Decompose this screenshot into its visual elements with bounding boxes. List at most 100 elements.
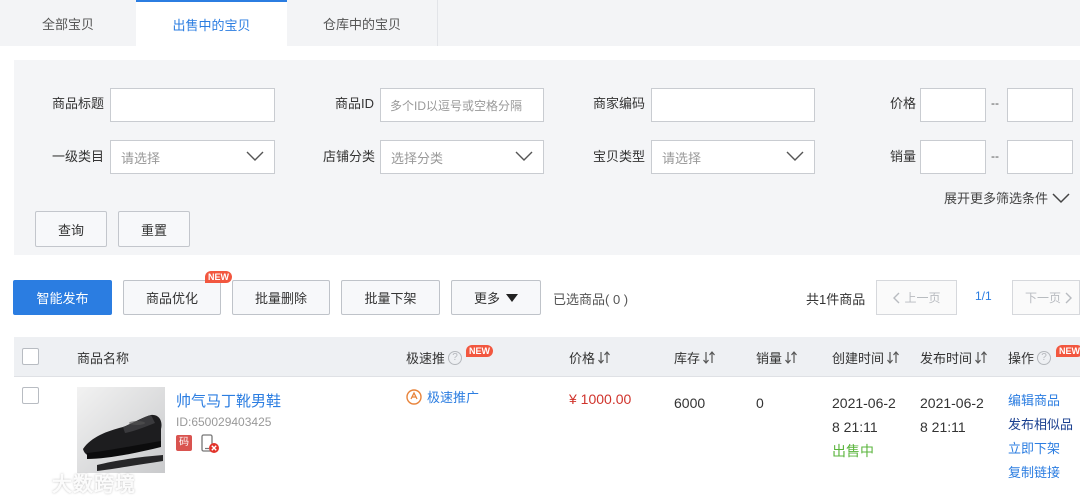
price-label: 价格 [890,96,917,111]
sales-min-input[interactable] [920,140,986,174]
chevron-left-icon [893,292,900,303]
code-tag[interactable]: 码 [176,435,192,451]
item-type-select[interactable]: 请选择 [651,140,815,174]
caret-down-icon [506,293,518,302]
tab-bar: 全部宝贝 出售中的宝贝 仓库中的宝贝 [0,0,1080,46]
title-label: 商品标题 [52,96,105,111]
price-max-input[interactable] [1007,88,1073,122]
header-created[interactable]: 创建时间 [832,348,899,367]
sort-icon [598,351,610,364]
header-published[interactable]: 发布时间 [920,348,987,367]
table-row: 帅气马丁靴男鞋 ID:650029403425 码 极速推广 ¥ 1000.00… [14,377,1080,497]
row-checkbox[interactable] [22,387,39,404]
shop-category-select[interactable]: 选择分类 [380,140,544,174]
query-button[interactable]: 查询 [35,211,107,247]
more-label: 更多 [473,291,500,306]
copy-link-link[interactable]: 复制链接 [1008,461,1073,485]
price-range-separator: -- [991,96,999,110]
id-placeholder: 多个ID以逗号或空格分隔 [390,98,523,113]
sort-icon [785,351,797,364]
quick-promo-link[interactable]: 极速推广 [406,387,479,406]
sales-max-input[interactable] [1007,140,1073,174]
created-time: 2021-06-2 8 21:11 出售中 [832,391,896,463]
filter-panel: 商品标题 商品ID 多个ID以逗号或空格分隔 商家编码 价格 -- 一级类目 请… [14,60,1080,255]
header-name: 商品名称 [77,348,129,367]
reset-button[interactable]: 重置 [118,211,190,247]
smart-publish-button[interactable]: 智能发布 [13,280,112,315]
sort-icon [887,351,899,364]
help-icon[interactable]: ? [448,350,463,365]
quick-promo-label: 极速推广 [427,390,480,405]
product-sales: 0 [756,395,764,411]
optimize-label: 商品优化 [145,291,198,306]
sales-range-separator: -- [991,149,999,163]
help-icon[interactable]: ? [1037,350,1052,365]
page-indicator: 1/1 [975,289,992,303]
watermark: 大数跨境 [6,468,136,497]
merchant-code-label: 商家编码 [593,96,646,111]
product-price: ¥ 1000.00 [569,391,632,407]
title-input[interactable] [110,88,275,122]
created-time-line1: 2021-06-2 [832,395,896,411]
published-time-line1: 2021-06-2 [920,395,984,411]
header-name-label: 商品名称 [77,351,130,366]
published-time-line2: 8 21:11 [920,419,966,435]
more-dropdown-button[interactable]: 更多 [451,280,541,315]
product-stock: 6000 [674,395,706,411]
optimize-button[interactable]: 商品优化 [123,280,221,315]
created-time-line2: 8 21:11 [832,419,878,435]
category-select[interactable]: 请选择 [110,140,275,174]
header-ops-new-badge: NEW [1056,345,1080,357]
header-promo-label: 极速推 [406,351,446,366]
sales-label: 销量 [890,149,917,164]
product-name-link[interactable]: 帅气马丁靴男鞋 [176,390,281,411]
product-thumbnail[interactable] [77,387,165,473]
next-page-button[interactable]: 下一页 [1012,280,1080,315]
shoe-image [77,387,165,473]
chevron-down-icon [515,151,533,161]
header-published-label: 发布时间 [920,351,973,366]
tab-warehouse[interactable]: 仓库中的宝贝 [287,0,438,46]
next-page-label: 下一页 [1025,291,1062,305]
row-operations: 编辑商品 发布相似品 立即下架 复制链接 [1008,389,1073,485]
tab-all-items[interactable]: 全部宝贝 [0,0,136,46]
header-sales-label: 销量 [756,351,783,366]
header-promo-new-badge: NEW [466,345,493,357]
mobile-disabled-icon[interactable] [200,434,220,454]
header-stock[interactable]: 库存 [674,348,715,367]
shop-category-placeholder: 选择分类 [391,150,444,166]
tab-on-sale[interactable]: 出售中的宝贝 [136,0,287,46]
sort-icon [975,351,987,364]
id-input[interactable]: 多个ID以逗号或空格分隔 [380,88,544,122]
status-badge: 出售中 [832,443,874,459]
header-price[interactable]: 价格 [569,348,610,367]
promo-icon [406,388,422,405]
header-ops: 操作 ? [1008,348,1052,367]
chevron-down-icon [1052,192,1070,203]
header-stock-label: 库存 [674,351,701,366]
expand-filters-link[interactable]: 展开更多筛选条件 [944,188,1070,207]
header-price-label: 价格 [569,351,596,366]
chevron-right-icon [1065,292,1073,303]
watermark-text: 大数跨境 [52,474,136,496]
total-count: 共1件商品 [806,292,866,307]
price-min-input[interactable] [920,88,986,122]
item-type-placeholder: 请选择 [662,150,702,166]
watermark-logo-icon [8,474,46,491]
new-badge: NEW [205,271,232,283]
publish-similar-link[interactable]: 发布相似品 [1008,413,1073,437]
header-sales[interactable]: 销量 [756,348,797,367]
batch-delete-button[interactable]: 批量删除 [232,280,330,315]
category-placeholder: 请选择 [121,150,161,166]
batch-offline-button[interactable]: 批量下架 [341,280,440,315]
take-offline-link[interactable]: 立即下架 [1008,437,1073,461]
prev-page-label: 上一页 [904,291,941,305]
published-time: 2021-06-2 8 21:11 [920,391,984,439]
merchant-code-input[interactable] [651,88,815,122]
select-all-checkbox[interactable] [22,348,39,365]
id-label: 商品ID [335,96,375,111]
edit-item-link[interactable]: 编辑商品 [1008,389,1073,413]
selected-count: 已选商品( 0 ) [553,292,629,307]
prev-page-button[interactable]: 上一页 [876,280,957,315]
sort-icon [703,351,715,364]
